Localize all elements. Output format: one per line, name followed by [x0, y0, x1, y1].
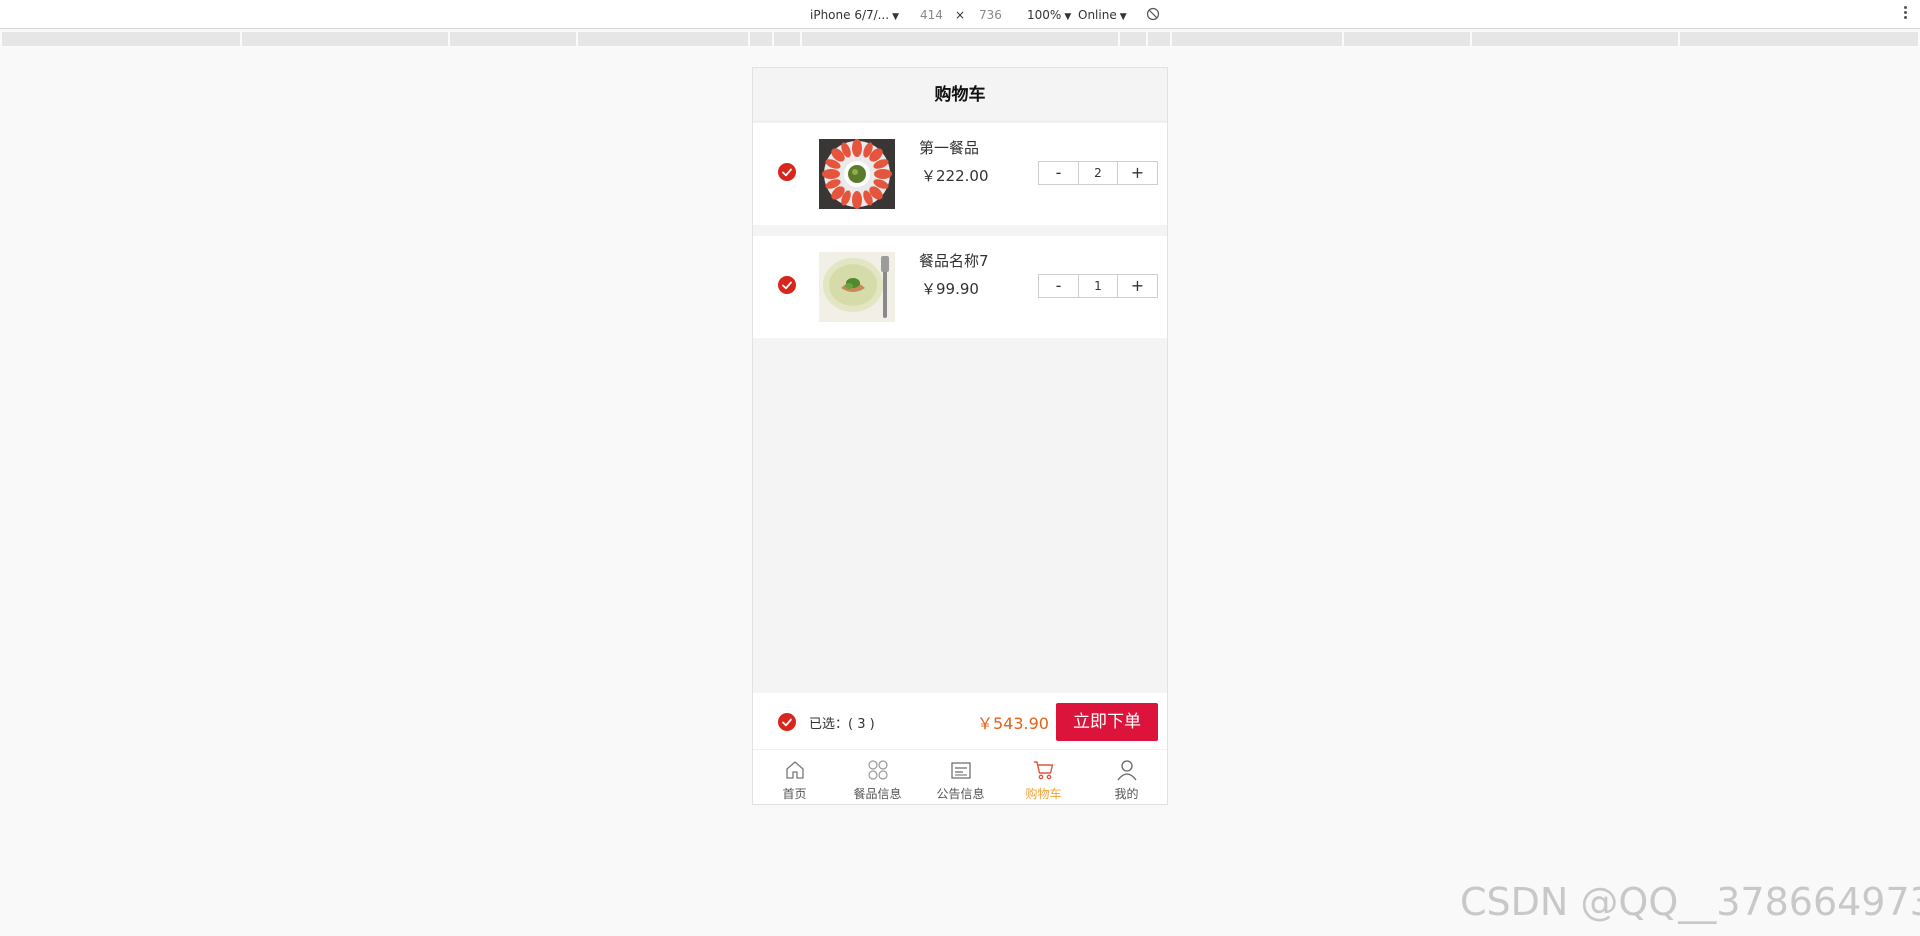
ruler-segment[interactable] [1472, 32, 1678, 46]
media-query-ruler [0, 30, 1920, 48]
tab-home[interactable]: 首页 [753, 750, 836, 804]
quantity-stepper: - 2 + [1038, 161, 1158, 185]
tab-label: 公告信息 [936, 787, 985, 801]
ruler-segment[interactable] [1120, 32, 1146, 46]
device-select[interactable]: iPhone 6/7/... ▼ [810, 8, 899, 24]
tab-menu[interactable]: 餐品信息 [836, 750, 919, 804]
network-value: Online [1078, 8, 1117, 22]
ruler-segment[interactable] [450, 32, 576, 46]
user-icon [1117, 760, 1137, 781]
ruler-segment[interactable] [802, 32, 1118, 46]
item-checkbox[interactable] [778, 276, 796, 294]
ruler-segment[interactable] [1172, 32, 1342, 46]
check-icon [782, 168, 792, 177]
select-all-checkbox[interactable] [778, 713, 796, 731]
notice-icon [951, 762, 971, 779]
chevron-down-icon: ▼ [892, 12, 900, 22]
item-checkbox[interactable] [778, 163, 796, 181]
item-price: ￥222.00 [921, 167, 989, 185]
tab-notice[interactable]: 公告信息 [919, 750, 1002, 804]
ruler-segment[interactable] [750, 32, 772, 46]
increase-button[interactable]: + [1117, 162, 1157, 184]
item-price: ￥99.90 [921, 280, 979, 298]
check-icon [782, 718, 792, 727]
food-image-soup[interactable] [819, 252, 895, 322]
viewport-height-input[interactable]: 736 [979, 8, 1002, 22]
total-price: ￥543.90 [977, 714, 1049, 733]
food-image-shrimp[interactable] [819, 139, 895, 209]
chevron-down-icon: ▼ [1119, 12, 1127, 22]
quantity-input[interactable]: 2 [1079, 162, 1117, 184]
increase-button[interactable]: + [1117, 275, 1157, 297]
selected-count: 已选：( 3 ) [809, 717, 875, 732]
decrease-button[interactable]: - [1039, 162, 1079, 184]
ruler-segment[interactable] [578, 32, 748, 46]
quantity-input[interactable]: 1 [1079, 275, 1117, 297]
tab-cart[interactable]: 购物车 [1002, 750, 1085, 804]
dimension-separator: × [955, 8, 966, 22]
devtools-device-toolbar: iPhone 6/7/... ▼ 414 × 736 100% ▼ Online ▼ [0, 0, 1920, 29]
network-throttle-select[interactable]: Online ▼ [1078, 8, 1127, 24]
tab-profile[interactable]: 我的 [1085, 750, 1167, 804]
tab-label: 首页 [782, 787, 807, 801]
decrease-button[interactable]: - [1039, 275, 1079, 297]
page-title: 购物车 [753, 68, 1167, 122]
ruler-segment[interactable] [1680, 32, 1918, 46]
chevron-down-icon: ▼ [1064, 12, 1072, 22]
cart-item: 第一餐品 ￥222.00 - 2 + [753, 123, 1167, 225]
check-icon [782, 281, 792, 290]
quantity-stepper: - 1 + [1038, 274, 1158, 298]
place-order-button[interactable]: 立即下单 [1056, 703, 1158, 741]
tab-label: 餐品信息 [853, 787, 902, 801]
tab-label: 我的 [1114, 787, 1139, 801]
tab-label: 购物车 [1025, 787, 1062, 801]
home-icon [786, 761, 804, 779]
ruler-segment[interactable] [2, 32, 240, 46]
cart-item: 餐品名称7 ￥99.90 - 1 + [753, 236, 1167, 338]
more-options-icon[interactable] [1904, 6, 1908, 21]
checkout-bar: 已选：( 3 ) ￥543.90 立即下单 [753, 693, 1167, 749]
grid-icon [868, 760, 888, 780]
zoom-select[interactable]: 100% ▼ [1027, 8, 1071, 24]
zoom-value: 100% [1027, 8, 1062, 22]
cart-icon [1034, 761, 1054, 780]
ruler-segment[interactable] [242, 32, 448, 46]
viewport-width-input[interactable]: 414 [920, 8, 943, 22]
item-name[interactable]: 餐品名称7 [919, 250, 989, 271]
watermark-text: CSDN @QQ__3786649731 [1460, 880, 1920, 924]
item-name[interactable]: 第一餐品 [919, 137, 979, 158]
bottom-tab-bar: 首页 餐品信息 公告信息 购物车 我的 [753, 749, 1167, 804]
ruler-segment[interactable] [1344, 32, 1470, 46]
mobile-viewport: 购物车 第一餐品 ￥222.00 - 2 + 餐品名称7 ￥99.90 - 1 … [752, 67, 1168, 805]
rotate-icon[interactable] [1146, 7, 1160, 21]
ruler-segment[interactable] [1148, 32, 1170, 46]
ruler-segment[interactable] [774, 32, 800, 46]
device-name: iPhone 6/7/... [810, 8, 890, 22]
